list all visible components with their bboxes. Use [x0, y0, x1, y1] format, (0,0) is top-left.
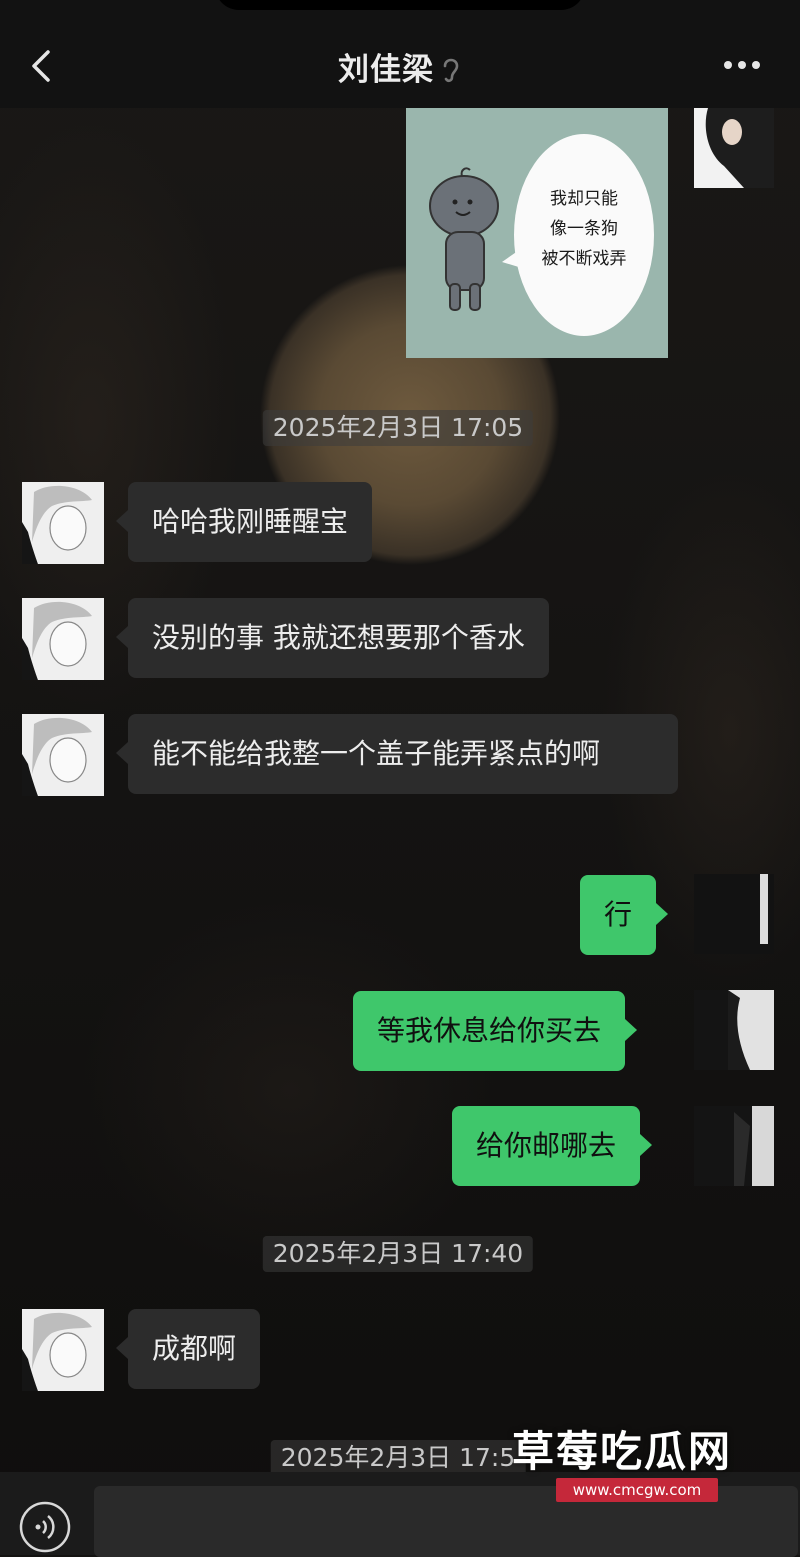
more-dots-icon[interactable] — [720, 55, 764, 75]
outgoing-message-bubble[interactable]: 给你邮哪去 — [452, 1106, 653, 1186]
sticker-message[interactable]: 我却只能 像一条狗 被不断戏弄 — [406, 108, 668, 358]
contact-avatar[interactable] — [22, 598, 104, 680]
cartoon-figure-icon — [429, 167, 499, 311]
watermark-url: www.cmcgw.com — [556, 1478, 718, 1502]
contact-avatar[interactable] — [22, 482, 104, 564]
ear-icon — [443, 58, 459, 83]
voice-icon[interactable] — [18, 1500, 72, 1554]
my-avatar[interactable] — [694, 990, 774, 1070]
top-navigation-bar: 刘佳梁 — [0, 0, 800, 108]
incoming-message-bubble[interactable]: 能不能给我整一个盖子能弄紧点的啊 — [116, 714, 678, 794]
timestamp: 2025年2月3日 17:40 — [262, 1236, 534, 1272]
incoming-message-bubble[interactable]: 成都啊 — [115, 1309, 261, 1389]
timestamp: 2025年2月3日 17:05 — [262, 410, 534, 446]
my-avatar[interactable] — [694, 874, 774, 954]
contact-name: 刘佳梁 — [338, 52, 434, 88]
outgoing-message-bubble[interactable]: 等我休息给你买去 — [353, 991, 638, 1071]
watermark-brand: 草莓吃瓜网 — [512, 1427, 733, 1476]
phone-notch — [215, 0, 585, 10]
incoming-message-bubble[interactable]: 没别的事 我就还想要那个香水 — [116, 598, 549, 678]
outgoing-message-bubble[interactable]: 行 — [580, 875, 669, 955]
sticker-caption: 我却只能 像一条狗 被不断戏弄 — [541, 189, 627, 269]
chat-title: 刘佳梁 — [0, 44, 800, 89]
incoming-message-bubble[interactable]: 哈哈我刚睡醒宝 — [115, 482, 373, 562]
contact-avatar[interactable] — [22, 714, 104, 796]
contact-avatar[interactable] — [22, 1309, 104, 1391]
my-avatar[interactable] — [694, 1106, 774, 1186]
my-avatar[interactable] — [694, 108, 774, 188]
timestamp: 2025年2月3日 17:5 — [270, 1440, 526, 1476]
